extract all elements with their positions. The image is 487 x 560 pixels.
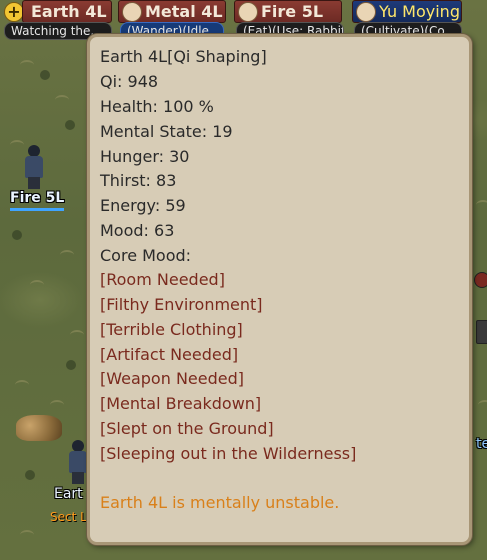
character-tab-metal[interactable]: Metal 4L xyxy=(118,0,226,23)
world-role-earth: Sect L xyxy=(50,510,87,524)
grass-tuft xyxy=(20,60,34,70)
mood-slept-on-ground: [Slept on the Ground] xyxy=(100,419,274,438)
stat-energy: Energy: 59 xyxy=(100,196,186,215)
mood-terrible-clothing: [Terrible Clothing] xyxy=(100,320,243,339)
character-tab-fire[interactable]: Fire 5L xyxy=(234,0,342,23)
door-icon[interactable] xyxy=(476,320,487,344)
character-portrait-icon xyxy=(356,2,376,22)
character-tab-yu-moying[interactable]: Yu Moying xyxy=(352,0,462,23)
stat-mental-state: Mental State: 19 xyxy=(100,122,233,141)
world-name-earth: Eart xyxy=(54,486,83,502)
character-tab-label: Fire 5L xyxy=(261,2,324,21)
mood-room-needed: [Room Needed] xyxy=(100,270,225,289)
character-portrait-icon xyxy=(122,2,142,22)
stat-thirst: Thirst: 83 xyxy=(100,171,177,190)
grass-tuft xyxy=(55,95,69,105)
grass-tuft xyxy=(60,250,74,260)
world-edge-label: te xyxy=(476,436,487,452)
stat-hunger: Hunger: 30 xyxy=(100,147,190,166)
grass-tuft xyxy=(15,380,29,390)
mood-weapon-needed: [Weapon Needed] xyxy=(100,369,244,388)
character-tab-label: Metal 4L xyxy=(145,2,223,21)
sprite-body xyxy=(69,451,87,473)
sprite-legs xyxy=(28,177,40,189)
mood-mental-breakdown: [Mental Breakdown] xyxy=(100,394,262,413)
core-mood-heading: Core Mood: xyxy=(100,246,192,265)
world-name-fire: Fire 5L xyxy=(10,190,65,206)
grass-tuft xyxy=(70,330,84,340)
grass-tuft xyxy=(50,400,64,410)
character-tab-label: Yu Moying xyxy=(379,2,460,21)
shrub xyxy=(40,70,50,80)
plus-circle-icon[interactable]: + xyxy=(4,2,24,22)
stat-mood: Mood: 63 xyxy=(100,221,175,240)
grass-tuft xyxy=(478,400,487,410)
grass-tuft xyxy=(476,200,487,210)
shrub xyxy=(66,360,76,370)
shrub xyxy=(65,120,75,130)
shrub xyxy=(12,230,22,240)
character-sprite-fire[interactable] xyxy=(22,145,46,189)
rock-pile[interactable] xyxy=(16,415,62,441)
character-portrait-icon xyxy=(238,2,258,22)
mood-sleeping-wilderness: [Sleeping out in the Wilderness] xyxy=(100,444,357,463)
shrub xyxy=(25,470,35,480)
character-tab-earth[interactable]: Earth 4L xyxy=(22,0,112,23)
tooltip-title: Earth 4L[Qi Shaping] xyxy=(100,47,267,66)
stat-health: Health: 100 % xyxy=(100,97,214,116)
grass-tuft xyxy=(30,280,44,290)
mental-unstable-warning: Earth 4L is mentally unstable. xyxy=(100,493,340,512)
sprite-body xyxy=(25,156,43,178)
sprite-legs xyxy=(72,472,84,484)
world-name-bar xyxy=(10,208,64,211)
stat-qi: Qi: 948 xyxy=(100,72,159,91)
grass-tuft xyxy=(20,530,34,540)
character-tab-label: Earth 4L xyxy=(31,2,107,21)
character-tooltip: Earth 4L[Qi Shaping] Qi: 948 Health: 100… xyxy=(87,34,472,545)
mood-filthy-environment: [Filthy Environment] xyxy=(100,295,263,314)
alert-icon[interactable] xyxy=(474,272,487,288)
mood-artifact-needed: [Artifact Needed] xyxy=(100,345,239,364)
